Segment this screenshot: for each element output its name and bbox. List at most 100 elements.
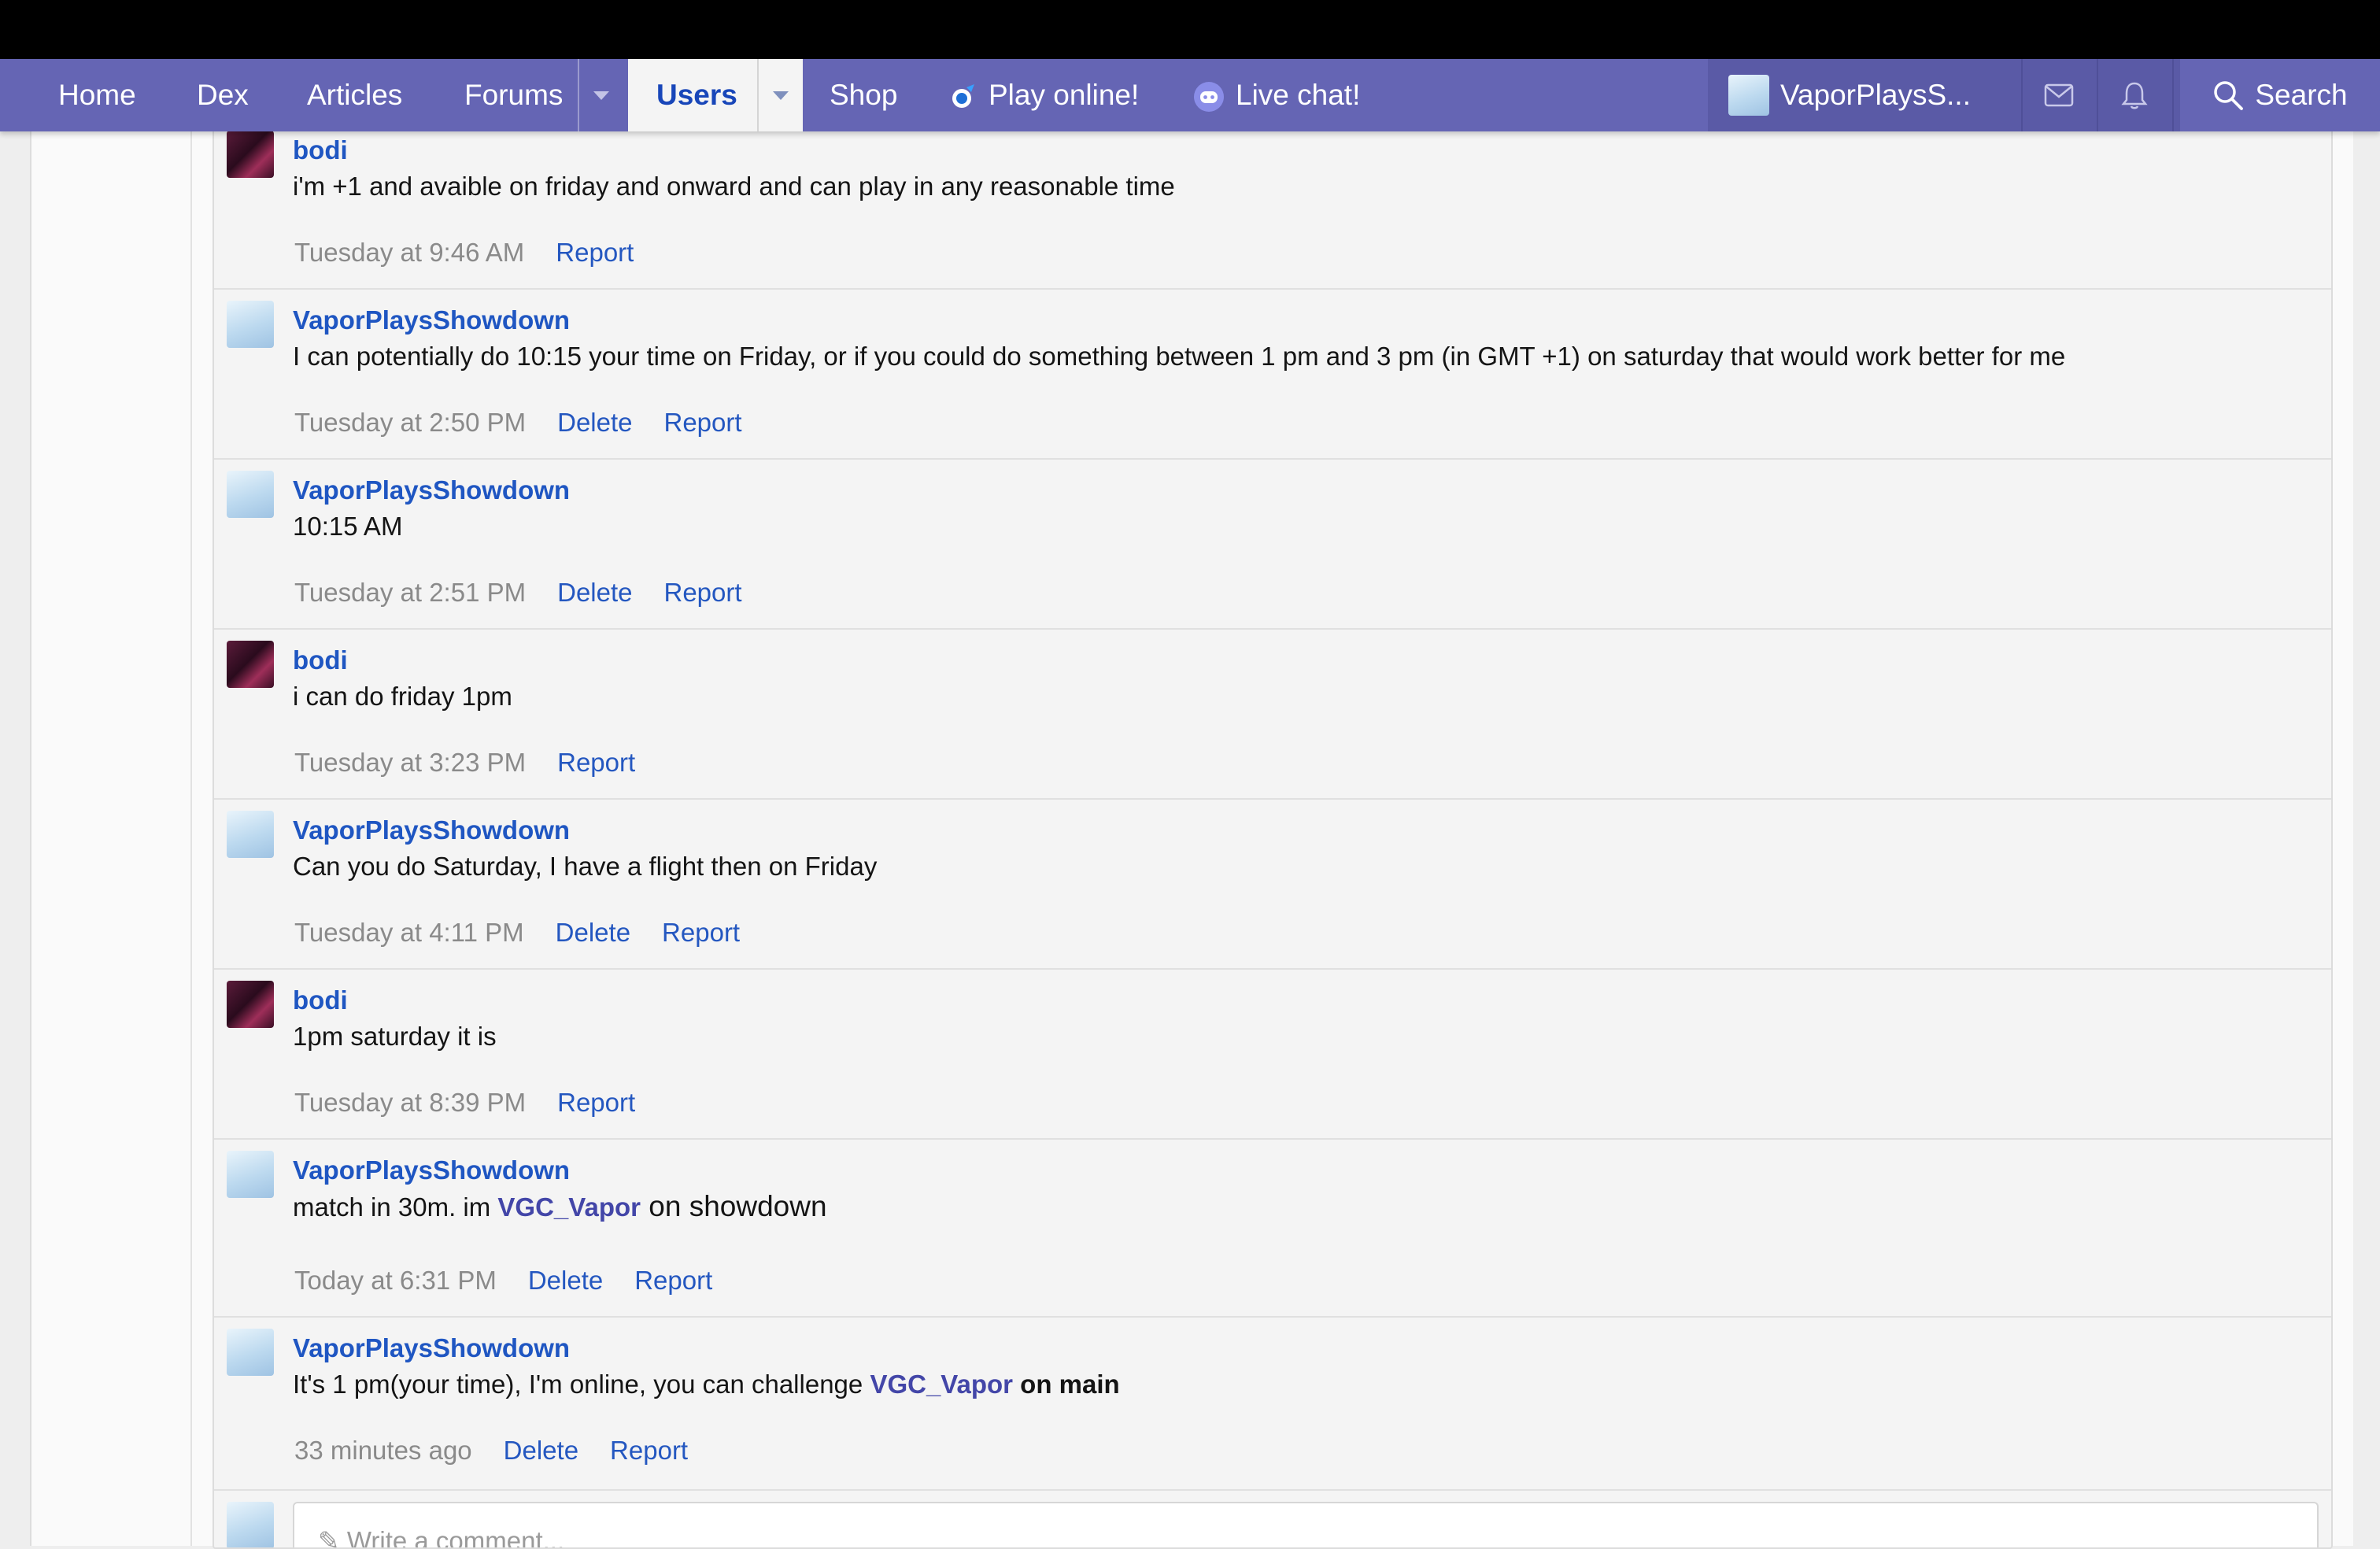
- nav-play-online-label: Play online!: [989, 79, 1140, 111]
- comment-input[interactable]: ✎ Write a comment...: [293, 1502, 2319, 1547]
- avatar[interactable]: [227, 1151, 274, 1198]
- composer-avatar: [227, 1502, 274, 1547]
- report-link[interactable]: Report: [610, 1436, 688, 1465]
- comment-author[interactable]: bodi: [293, 135, 348, 165]
- comment-author[interactable]: VaporPlaysShowdown: [293, 475, 570, 505]
- comment-meta: Tuesday at 2:50 PM Delete Report: [294, 408, 774, 438]
- comment-time[interactable]: Tuesday at 2:51 PM: [294, 578, 526, 607]
- alerts-button[interactable]: [2100, 59, 2169, 131]
- comment-time[interactable]: Today at 6:31 PM: [294, 1266, 497, 1295]
- comment-item: VaporPlaysShowdown 10:15 AM Tuesday at 2…: [214, 458, 2331, 630]
- comment-author[interactable]: VaporPlaysShowdown: [293, 1333, 570, 1363]
- nav-live-chat[interactable]: Live chat!: [1193, 59, 1360, 131]
- nav-play-online[interactable]: Play online!: [949, 59, 1139, 131]
- account-menu[interactable]: VaporPlaysS...: [1728, 59, 1971, 131]
- report-link[interactable]: Report: [557, 1088, 635, 1117]
- comment-meta: 33 minutes ago Delete Report: [294, 1436, 719, 1466]
- inbox-button[interactable]: [2024, 59, 2094, 131]
- comment-author[interactable]: VaporPlaysShowdown: [293, 305, 570, 335]
- window-top-bar: [0, 0, 2380, 59]
- search-label: Search: [2255, 79, 2348, 111]
- report-link[interactable]: Report: [664, 408, 742, 437]
- nav-dex[interactable]: Dex: [197, 59, 249, 131]
- comment-time[interactable]: 33 minutes ago: [294, 1436, 472, 1465]
- comment-text-start: match in 30m. im: [293, 1192, 498, 1222]
- forums-menu-toggle[interactable]: [578, 59, 623, 131]
- chevron-down-icon: [593, 91, 609, 100]
- comment-text: I can potentially do 10:15 your time on …: [293, 342, 2066, 371]
- comment-text-start: It's 1 pm(your time), I'm online, you ca…: [293, 1370, 870, 1399]
- comment-text: It's 1 pm(your time), I'm online, you ca…: [293, 1370, 1120, 1399]
- comment-meta: Tuesday at 3:23 PM Report: [294, 748, 667, 778]
- delete-link[interactable]: Delete: [504, 1436, 578, 1465]
- avatar[interactable]: [227, 301, 274, 348]
- comment-text-end: on main: [1013, 1370, 1120, 1399]
- comment-item: VaporPlaysShowdown match in 30m. im VGC_…: [214, 1138, 2331, 1318]
- showdown-icon: [952, 84, 974, 109]
- comment-time[interactable]: Tuesday at 4:11 PM: [294, 918, 524, 947]
- comment-text: Can you do Saturday, I have a flight the…: [293, 852, 878, 881]
- comment-item: bodi 1pm saturday it is Tuesday at 8:39 …: [214, 968, 2331, 1140]
- search-button[interactable]: Search: [2180, 59, 2380, 131]
- search-icon: [2214, 81, 2244, 110]
- comment-text: i can do friday 1pm: [293, 682, 512, 711]
- profile-post-comments: bodi i'm +1 and avaible on friday and on…: [213, 118, 2333, 1549]
- delete-link[interactable]: Delete: [557, 408, 632, 437]
- nav-divider: [2097, 59, 2098, 131]
- comment-author[interactable]: VaporPlaysShowdown: [293, 815, 570, 845]
- nav-divider: [2021, 59, 2023, 131]
- mail-icon: [2044, 83, 2074, 107]
- comment-time[interactable]: Tuesday at 8:39 PM: [294, 1088, 526, 1117]
- delete-link[interactable]: Delete: [556, 918, 630, 947]
- comment-item: VaporPlaysShowdown Can you do Saturday, …: [214, 798, 2331, 970]
- comment-author[interactable]: bodi: [293, 645, 348, 675]
- avatar[interactable]: [227, 641, 274, 688]
- nav-home[interactable]: Home: [58, 59, 136, 131]
- report-link[interactable]: Report: [664, 578, 742, 607]
- avatar[interactable]: [227, 811, 274, 858]
- avatar[interactable]: [227, 131, 274, 178]
- delete-link[interactable]: Delete: [557, 578, 632, 607]
- avatar[interactable]: [227, 1329, 274, 1376]
- delete-link[interactable]: Delete: [528, 1266, 603, 1295]
- comment-text: i'm +1 and avaible on friday and onward …: [293, 172, 1175, 201]
- account-name: VaporPlaysS...: [1780, 79, 1971, 111]
- comment-text: match in 30m. im VGC_Vapor on showdown: [293, 1190, 827, 1223]
- sidebar-divider: [190, 131, 192, 1546]
- comment-item: bodi i can do friday 1pm Tuesday at 3:23…: [214, 628, 2331, 800]
- main-nav: Home Dex Articles Forums Users Shop Play…: [0, 59, 2380, 131]
- comment-text: 1pm saturday it is: [293, 1022, 497, 1051]
- comment-item: bodi i'm +1 and avaible on friday and on…: [214, 120, 2331, 288]
- nav-divider: [2172, 59, 2174, 131]
- nav-shop[interactable]: Shop: [830, 59, 897, 131]
- nav-account-area: VaporPlaysS... Search: [1708, 59, 2380, 131]
- report-link[interactable]: Report: [557, 748, 635, 777]
- comment-meta: Tuesday at 9:46 AM Report: [294, 238, 665, 268]
- comment-time[interactable]: Tuesday at 2:50 PM: [294, 408, 526, 437]
- comment-meta: Tuesday at 2:51 PM Delete Report: [294, 578, 774, 608]
- comment-composer-row: ✎ Write a comment...: [214, 1489, 2331, 1547]
- comment-author[interactable]: bodi: [293, 985, 348, 1015]
- user-mention[interactable]: VGC_Vapor: [497, 1192, 641, 1222]
- nav-forums[interactable]: Forums: [464, 59, 563, 131]
- report-link[interactable]: Report: [662, 918, 740, 947]
- bell-icon: [2121, 82, 2148, 109]
- comment-time[interactable]: Tuesday at 9:46 AM: [294, 238, 524, 267]
- avatar[interactable]: [227, 981, 274, 1028]
- users-menu-toggle[interactable]: [757, 59, 803, 131]
- comment-time[interactable]: Tuesday at 3:23 PM: [294, 748, 526, 777]
- comment-item: VaporPlaysShowdown I can potentially do …: [214, 288, 2331, 460]
- comment-text: 10:15 AM: [293, 512, 403, 541]
- comment-text-end: on showdown: [641, 1190, 827, 1222]
- nav-live-chat-label: Live chat!: [1236, 79, 1361, 111]
- user-mention[interactable]: VGC_Vapor: [870, 1370, 1013, 1399]
- comment-author[interactable]: VaporPlaysShowdown: [293, 1155, 570, 1185]
- report-link[interactable]: Report: [556, 238, 634, 267]
- comment-meta: Today at 6:31 PM Delete Report: [294, 1266, 744, 1296]
- report-link[interactable]: Report: [634, 1266, 712, 1295]
- avatar[interactable]: [227, 471, 274, 518]
- discord-icon: [1194, 82, 1224, 113]
- chevron-down-icon: [773, 91, 789, 100]
- account-avatar: [1728, 75, 1769, 116]
- nav-articles[interactable]: Articles: [307, 59, 402, 131]
